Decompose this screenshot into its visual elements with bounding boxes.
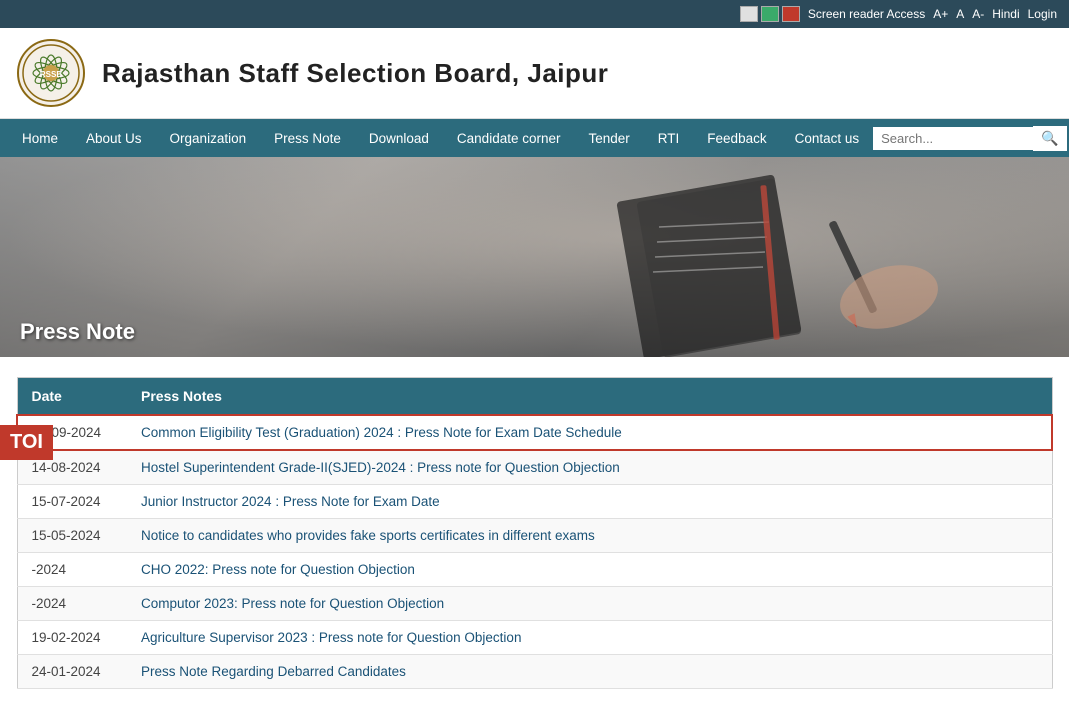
- press-note-text[interactable]: Computor 2023: Press note for Question O…: [127, 587, 1052, 621]
- svg-text:RSSB: RSSB: [40, 70, 62, 79]
- press-date: 19-02-2024: [17, 621, 127, 655]
- nav-candidate-corner[interactable]: Candidate corner: [443, 119, 575, 157]
- nav-contact-us[interactable]: Contact us: [781, 119, 874, 157]
- press-note-link[interactable]: Notice to candidates who provides fake s…: [141, 528, 595, 543]
- main-nav: Home About Us Organization Press Note Do…: [0, 119, 1069, 157]
- press-note-link[interactable]: Hostel Superintendent Grade-II(SJED)-202…: [141, 460, 620, 475]
- press-date: 15-07-2024: [17, 485, 127, 519]
- press-note-link[interactable]: Press Note Regarding Debarred Candidates: [141, 664, 406, 679]
- screen-reader-link[interactable]: Screen reader Access: [808, 7, 925, 21]
- nav-organization[interactable]: Organization: [156, 119, 261, 157]
- nav-about-us[interactable]: About Us: [72, 119, 156, 157]
- col-date: Date: [17, 378, 127, 416]
- theme-box-gray[interactable]: [740, 6, 758, 22]
- press-note-link[interactable]: Agriculture Supervisor 2023 : Press note…: [141, 630, 521, 645]
- press-note-text[interactable]: Common Eligibility Test (Graduation) 202…: [127, 415, 1052, 450]
- site-header: RSSB Rajasthan Staff Selection Board, Ja…: [0, 28, 1069, 119]
- theme-color-boxes: [740, 6, 800, 22]
- theme-box-red[interactable]: [782, 6, 800, 22]
- font-size-a-minus[interactable]: A-: [972, 7, 984, 21]
- nav-home[interactable]: Home: [8, 119, 72, 157]
- table-header-row: Date Press Notes: [17, 378, 1052, 416]
- hero-decoration: [569, 167, 989, 357]
- press-note-text[interactable]: Agriculture Supervisor 2023 : Press note…: [127, 621, 1052, 655]
- nav-download[interactable]: Download: [355, 119, 443, 157]
- press-notes-content: Date Press Notes 09-09-2024Common Eligib…: [0, 357, 1069, 709]
- top-bar-links: Screen reader Access A+ A A- Hindi Login: [808, 7, 1057, 21]
- press-date: -2024: [17, 587, 127, 621]
- table-row: 19-02-2024 Agriculture Supervisor 2023 : …: [17, 621, 1052, 655]
- press-note-text[interactable]: Hostel Superintendent Grade-II(SJED)-202…: [127, 450, 1052, 485]
- press-note-link[interactable]: Junior Instructor 2024 : Press Note for …: [141, 494, 440, 509]
- press-note-text[interactable]: CHO 2022: Press note for Question Object…: [127, 553, 1052, 587]
- hero-banner: Press Note: [0, 157, 1069, 357]
- press-note-text[interactable]: Junior Instructor 2024 : Press Note for …: [127, 485, 1052, 519]
- font-size-a[interactable]: A: [956, 7, 964, 21]
- press-note-text[interactable]: Press Note Regarding Debarred Candidates: [127, 655, 1052, 689]
- table-row: -2024 Computor 2023: Press note for Quest…: [17, 587, 1052, 621]
- font-size-a-plus[interactable]: A+: [933, 7, 948, 21]
- press-notes-table: Date Press Notes 09-09-2024Common Eligib…: [16, 377, 1053, 689]
- lang-hindi[interactable]: Hindi: [992, 7, 1019, 21]
- press-date: 15-05-2024: [17, 519, 127, 553]
- table-row: 14-08-2024Hostel Superintendent Grade-II…: [17, 450, 1052, 485]
- press-date: -2024: [17, 553, 127, 587]
- table-row: 15-07-2024 Junior Instructor 2024 : Press…: [17, 485, 1052, 519]
- table-row: 09-09-2024Common Eligibility Test (Gradu…: [17, 415, 1052, 450]
- press-date: 24-01-2024: [17, 655, 127, 689]
- site-title: Rajasthan Staff Selection Board, Jaipur: [102, 58, 608, 89]
- table-row: -2024 CHO 2022: Press note for Question O…: [17, 553, 1052, 587]
- toi-badge[interactable]: TOI: [0, 425, 53, 460]
- top-bar: Screen reader Access A+ A A- Hindi Login: [0, 0, 1069, 28]
- table-row: 15-05-2024 Notice to candidates who provi…: [17, 519, 1052, 553]
- col-press-notes: Press Notes: [127, 378, 1052, 416]
- press-note-text[interactable]: Notice to candidates who provides fake s…: [127, 519, 1052, 553]
- theme-box-green[interactable]: [761, 6, 779, 22]
- press-note-link[interactable]: Computor 2023: Press note for Question O…: [141, 596, 444, 611]
- search-input[interactable]: [873, 127, 1033, 150]
- nav-press-note[interactable]: Press Note: [260, 119, 355, 157]
- press-note-link[interactable]: CHO 2022: Press note for Question Object…: [141, 562, 415, 577]
- login-link[interactable]: Login: [1028, 7, 1057, 21]
- press-note-link[interactable]: Common Eligibility Test (Graduation) 202…: [141, 425, 622, 440]
- hero-title: Press Note: [0, 307, 155, 357]
- nav-tender[interactable]: Tender: [575, 119, 644, 157]
- site-logo: RSSB: [16, 38, 86, 108]
- search-button[interactable]: 🔍: [1033, 126, 1066, 151]
- table-row: 24-01-2024 Press Note Regarding Debarred …: [17, 655, 1052, 689]
- nav-rti[interactable]: RTI: [644, 119, 694, 157]
- nav-feedback[interactable]: Feedback: [693, 119, 780, 157]
